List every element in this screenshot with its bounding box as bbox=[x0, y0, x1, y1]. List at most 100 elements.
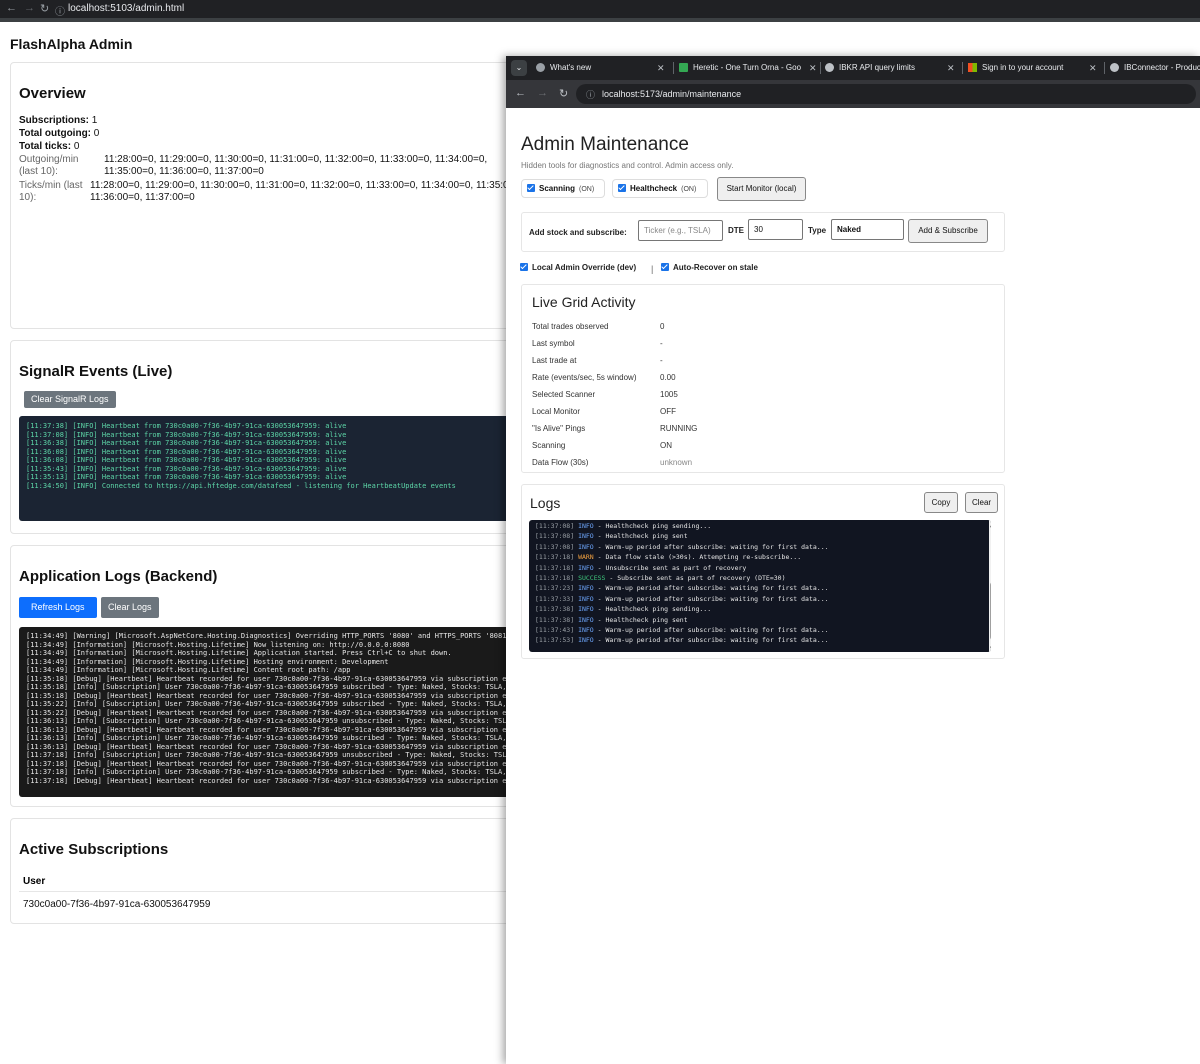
log-line: [11:36:08] [INFO] Heartbeat from 730c0a0… bbox=[26, 447, 347, 456]
globe-icon bbox=[1110, 63, 1119, 73]
refresh-logs-button[interactable]: Refresh Logs bbox=[19, 597, 97, 618]
add-stock-label: Add stock and subscribe: bbox=[529, 228, 627, 237]
outgoing-min-label: Outgoing/min bbox=[19, 154, 79, 165]
grid-row-value: 0.00 bbox=[660, 373, 676, 382]
active-subscriptions-card: Active Subscriptions User 730c0a00-7f36-… bbox=[10, 818, 571, 924]
scanning-toggle[interactable]: Scanning (ON) bbox=[521, 179, 605, 198]
scroll-up-icon[interactable]: ▲ bbox=[990, 521, 991, 531]
log-line: [11:37:08] [INFO] Heartbeat from 730c0a0… bbox=[26, 430, 347, 439]
reload-icon[interactable]: ↻ bbox=[559, 87, 568, 100]
clear-logs-button[interactable]: Clear bbox=[965, 492, 998, 513]
tab-sign-in[interactable]: Sign in to your account ✕ bbox=[968, 56, 1100, 80]
log-timestamp: [11:37:23] bbox=[535, 584, 575, 593]
close-tab-icon[interactable]: ✕ bbox=[809, 56, 817, 80]
clear-logs-button[interactable]: Clear Logs bbox=[101, 597, 159, 618]
healthcheck-toggle[interactable]: Healthcheck (ON) bbox=[612, 179, 708, 198]
log-line: [11:37:08] INFO - Warm-up period after s… bbox=[529, 542, 984, 552]
log-line: [11:37:38] [INFO] Heartbeat from 730c0a0… bbox=[26, 422, 347, 430]
close-tab-icon[interactable]: ✕ bbox=[1089, 56, 1097, 80]
scanning-label: Scanning bbox=[539, 184, 576, 193]
page-title: Admin Maintenance bbox=[521, 134, 689, 155]
reload-icon[interactable]: ↻ bbox=[40, 2, 49, 15]
application-log-console[interactable]: [11:34:49] [Warning] [Microsoft.AspNetCo… bbox=[19, 627, 571, 797]
back-icon[interactable]: ← bbox=[515, 87, 526, 99]
address-bar[interactable]: localhost:5103/admin.html bbox=[68, 3, 184, 14]
logs-heading: Logs bbox=[530, 495, 561, 511]
log-message: - Healthcheck ping sent bbox=[593, 615, 688, 624]
separator: | bbox=[651, 264, 654, 274]
log-level: INFO bbox=[578, 615, 594, 624]
ticks-per-minute: Ticks/min (last 10): 11:28:00=0, 11:29:0… bbox=[19, 180, 569, 208]
table-row: 730c0a00-7f36-4b97-91ca-630053647959 bbox=[23, 899, 211, 910]
log-message: - Warm-up period after subscribe: waitin… bbox=[593, 594, 829, 603]
subscriptions-stat: Subscriptions: 1 bbox=[19, 115, 97, 126]
log-line: [11:37:23] INFO - Warm-up period after s… bbox=[529, 583, 984, 593]
log-line: [11:35:43] [INFO] Heartbeat from 730c0a0… bbox=[26, 464, 347, 473]
back-icon[interactable]: ← bbox=[6, 2, 17, 14]
dte-input[interactable]: 30 bbox=[748, 219, 803, 240]
log-timestamp: [11:37:08] bbox=[535, 532, 575, 541]
log-line: [11:37:53] INFO - Warm-up period after s… bbox=[529, 635, 984, 645]
tab-search-icon[interactable]: ⌄ bbox=[511, 60, 527, 76]
local-admin-override-toggle[interactable]: Local Admin Override (dev) bbox=[516, 262, 636, 272]
grid-row-value: - bbox=[660, 339, 663, 348]
forward-icon[interactable]: → bbox=[537, 87, 548, 99]
site-info-icon[interactable]: ⓘ bbox=[586, 88, 595, 101]
tab-ibkr[interactable]: IBKR API query limits ✕ bbox=[825, 56, 957, 80]
chrome-icon bbox=[536, 63, 545, 73]
log-line: [11:36:13] [Info] [Subscription] User 73… bbox=[26, 717, 515, 725]
log-line: [11:34:49] [Information] [Microsoft.Host… bbox=[26, 657, 389, 666]
log-timestamp: [11:37:53] bbox=[535, 636, 575, 645]
log-message: - Warm-up period after subscribe: waitin… bbox=[593, 625, 829, 634]
log-message: - Healthcheck ping sending... bbox=[593, 522, 712, 530]
log-line: [11:36:13] [Debug] [Heartbeat] Heartbeat… bbox=[26, 725, 520, 734]
outgoing-value: 0 bbox=[93, 128, 100, 139]
log-line: [11:37:43] INFO - Warm-up period after s… bbox=[529, 625, 984, 635]
start-monitor-button[interactable]: Start Monitor (local) bbox=[717, 177, 806, 201]
log-line: [11:36:08] [INFO] Heartbeat from 730c0a0… bbox=[26, 456, 347, 464]
scrollbar-thumb[interactable] bbox=[990, 582, 991, 640]
page-title: FlashAlpha Admin bbox=[10, 36, 133, 52]
scroll-down-icon[interactable]: ▼ bbox=[990, 644, 991, 652]
logs-console[interactable]: [11:37:08] INFO - Healthcheck ping sendi… bbox=[529, 520, 991, 652]
clear-signalr-logs-button[interactable]: Clear SignalR Logs bbox=[24, 391, 116, 408]
auto-recover-label: Auto-Recover on stale bbox=[673, 263, 758, 272]
log-level: INFO bbox=[578, 542, 594, 551]
close-tab-icon[interactable]: ✕ bbox=[657, 56, 665, 80]
log-line: [11:36:13] [Info] [Subscription] User 73… bbox=[26, 734, 520, 742]
sheets-icon bbox=[679, 63, 688, 73]
log-line: [11:37:18] [Info] [Subscription] User 73… bbox=[26, 768, 520, 776]
grid-row-label: Data Flow (30s) bbox=[532, 458, 589, 467]
log-message: - Warm-up period after subscribe: waitin… bbox=[593, 542, 829, 551]
site-info-icon[interactable]: ⓘ bbox=[55, 3, 65, 18]
checkbox-checked-icon[interactable] bbox=[520, 262, 528, 271]
grid-row-value: ON bbox=[660, 441, 672, 450]
signalr-log-console[interactable]: [11:37:38] [INFO] Heartbeat from 730c0a0… bbox=[19, 416, 571, 521]
table-divider bbox=[19, 891, 571, 892]
log-level: SUCCESS bbox=[578, 573, 606, 582]
close-tab-icon[interactable]: ✕ bbox=[947, 56, 955, 80]
forward-icon[interactable]: → bbox=[24, 2, 35, 14]
log-timestamp: [11:37:38] bbox=[535, 615, 575, 624]
log-line: [11:35:18] [Debug] [Heartbeat] Heartbeat… bbox=[26, 674, 520, 683]
log-line: [11:37:08] INFO - Healthcheck ping sendi… bbox=[529, 521, 984, 531]
log-line: [11:37:38] INFO - Healthcheck ping sendi… bbox=[529, 604, 984, 614]
log-line: [11:35:18] [Debug] [Heartbeat] Heartbeat… bbox=[26, 691, 520, 700]
grid-row-value: 1005 bbox=[660, 390, 678, 399]
checkbox-checked-icon[interactable] bbox=[618, 183, 626, 192]
tab-heretic[interactable]: Heretic - One Turn Orna - Goo bbox=[679, 56, 817, 80]
auto-recover-toggle[interactable]: Auto-Recover on stale bbox=[656, 262, 758, 272]
type-select[interactable]: Naked bbox=[831, 219, 904, 240]
log-line: [11:34:50] [INFO] Connected to https://a… bbox=[26, 481, 456, 490]
grid-row-value: 0 bbox=[660, 322, 665, 331]
log-line: [11:37:18] INFO - Unsubscribe sent as pa… bbox=[529, 563, 984, 573]
checkbox-checked-icon[interactable] bbox=[661, 262, 669, 271]
maintenance-browser-window: ⌄ What's new ✕ Heretic - One Turn Orna -… bbox=[506, 56, 1200, 1064]
tab-ibconnector[interactable]: IBConnector - Producti bbox=[1110, 56, 1200, 80]
add-and-subscribe-button[interactable]: Add & Subscribe bbox=[908, 219, 988, 243]
tab-whats-new[interactable]: What's new ✕ bbox=[536, 56, 668, 80]
copy-logs-button[interactable]: Copy bbox=[924, 492, 958, 513]
ticker-input[interactable]: Ticker (e.g., TSLA) bbox=[638, 220, 723, 241]
page-subtitle: Hidden tools for diagnostics and control… bbox=[521, 161, 734, 170]
checkbox-checked-icon[interactable] bbox=[527, 183, 535, 192]
